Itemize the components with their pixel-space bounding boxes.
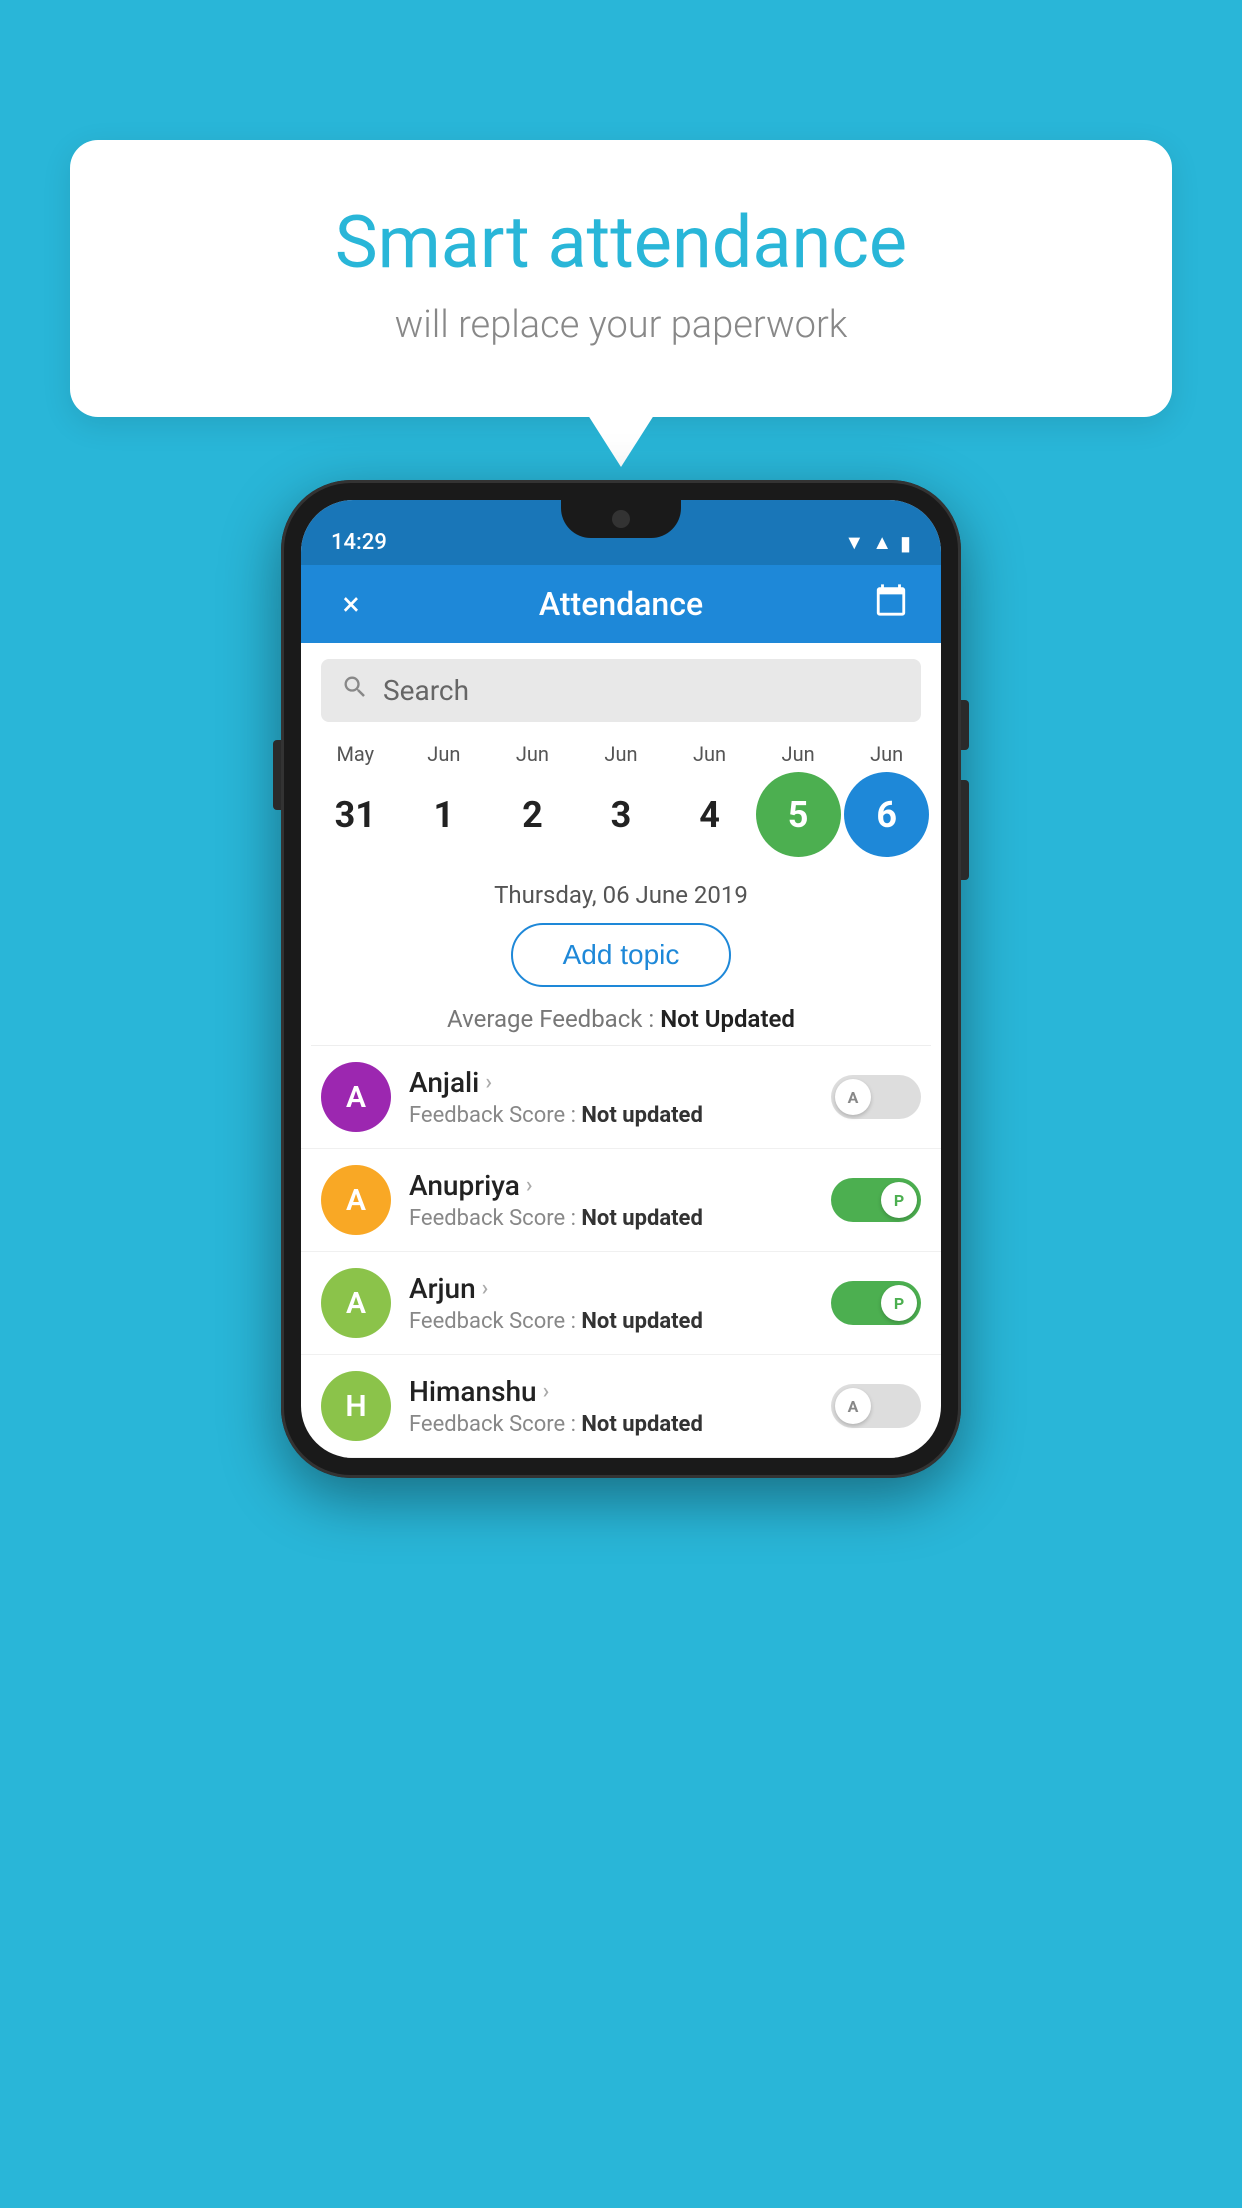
month-jun-3: Jun bbox=[578, 742, 663, 766]
month-jun-6: Jun bbox=[844, 742, 929, 766]
bubble-title: Smart attendance bbox=[150, 200, 1092, 285]
power-button-bottom bbox=[961, 780, 969, 880]
students-list: A Anjali › Feedback Score : Not updated … bbox=[301, 1046, 941, 1458]
student-name[interactable]: Anupriya › bbox=[409, 1169, 813, 1202]
student-info: Anupriya › Feedback Score : Not updated bbox=[409, 1169, 813, 1231]
feedback-score: Feedback Score : Not updated bbox=[409, 1206, 813, 1231]
phone-notch bbox=[561, 500, 681, 538]
avg-feedback: Average Feedback : Not Updated bbox=[301, 1005, 941, 1033]
battery-icon: ▮ bbox=[900, 531, 911, 555]
student-name[interactable]: Anjali › bbox=[409, 1066, 813, 1099]
search-bar[interactable]: Search bbox=[321, 659, 921, 722]
chevron-right-icon: › bbox=[485, 1070, 492, 1095]
attendance-toggle[interactable]: A bbox=[831, 1075, 921, 1119]
date-2[interactable]: 2 bbox=[490, 772, 575, 857]
month-jun-5: Jun bbox=[756, 742, 841, 766]
phone-container: 14:29 ▼ ▲ ▮ × Attendance bbox=[281, 480, 961, 1478]
volume-button bbox=[273, 740, 281, 810]
avatar: A bbox=[321, 1062, 391, 1132]
student-name[interactable]: Arjun › bbox=[409, 1272, 813, 1305]
student-info: Arjun › Feedback Score : Not updated bbox=[409, 1272, 813, 1334]
month-jun-1: Jun bbox=[401, 742, 486, 766]
toggle-knob: A bbox=[835, 1079, 871, 1115]
search-input[interactable]: Search bbox=[383, 674, 469, 707]
date-1[interactable]: 1 bbox=[401, 772, 486, 857]
avatar: A bbox=[321, 1268, 391, 1338]
selected-date: Thursday, 06 June 2019 bbox=[301, 881, 941, 909]
date-row: 31 1 2 3 4 5 6 bbox=[311, 772, 931, 857]
chevron-right-icon: › bbox=[526, 1173, 533, 1198]
student-name[interactable]: Himanshu › bbox=[409, 1375, 813, 1408]
add-topic-button[interactable]: Add topic bbox=[511, 923, 732, 987]
feedback-score: Feedback Score : Not updated bbox=[409, 1412, 813, 1437]
student-info: Himanshu › Feedback Score : Not updated bbox=[409, 1375, 813, 1437]
month-may: May bbox=[313, 742, 398, 766]
chevron-right-icon: › bbox=[482, 1276, 489, 1301]
toggle-knob: A bbox=[835, 1388, 871, 1424]
student-info: Anjali › Feedback Score : Not updated bbox=[409, 1066, 813, 1128]
attendance-toggle[interactable]: A bbox=[831, 1384, 921, 1428]
bubble-subtitle: will replace your paperwork bbox=[150, 303, 1092, 347]
month-row: May Jun Jun Jun Jun Jun Jun bbox=[311, 742, 931, 766]
date-3[interactable]: 3 bbox=[578, 772, 663, 857]
status-time: 14:29 bbox=[331, 530, 387, 555]
calendar-icon[interactable] bbox=[869, 583, 913, 625]
toggle-knob: P bbox=[881, 1182, 917, 1218]
speech-bubble: Smart attendance will replace your paper… bbox=[70, 140, 1172, 417]
toggle-knob: P bbox=[881, 1285, 917, 1321]
month-jun-2: Jun bbox=[490, 742, 575, 766]
speech-bubble-container: Smart attendance will replace your paper… bbox=[70, 140, 1172, 417]
power-button-top bbox=[961, 700, 969, 750]
camera-dot bbox=[612, 510, 630, 528]
date-5-selected[interactable]: 5 bbox=[756, 772, 841, 857]
date-31[interactable]: 31 bbox=[313, 772, 398, 857]
date-6-selected[interactable]: 6 bbox=[844, 772, 929, 857]
date-4[interactable]: 4 bbox=[667, 772, 752, 857]
close-icon[interactable]: × bbox=[329, 585, 373, 623]
attendance-toggle[interactable]: P bbox=[831, 1281, 921, 1325]
phone-screen: 14:29 ▼ ▲ ▮ × Attendance bbox=[301, 500, 941, 1458]
avatar: H bbox=[321, 1371, 391, 1441]
wifi-icon: ▼ bbox=[844, 530, 864, 555]
calendar: May Jun Jun Jun Jun Jun Jun 31 1 2 3 4 5… bbox=[301, 722, 941, 867]
feedback-score: Feedback Score : Not updated bbox=[409, 1103, 813, 1128]
feedback-score: Feedback Score : Not updated bbox=[409, 1309, 813, 1334]
attendance-toggle[interactable]: P bbox=[831, 1178, 921, 1222]
app-bar: × Attendance bbox=[301, 565, 941, 643]
search-icon bbox=[341, 673, 369, 708]
app-bar-title: Attendance bbox=[373, 585, 869, 623]
student-row: A Anjali › Feedback Score : Not updated … bbox=[301, 1046, 941, 1149]
student-row: A Anupriya › Feedback Score : Not update… bbox=[301, 1149, 941, 1252]
month-jun-4: Jun bbox=[667, 742, 752, 766]
signal-icon: ▲ bbox=[872, 530, 892, 555]
avatar: A bbox=[321, 1165, 391, 1235]
student-row: A Arjun › Feedback Score : Not updated P bbox=[301, 1252, 941, 1355]
chevron-right-icon: › bbox=[543, 1379, 550, 1404]
student-row: H Himanshu › Feedback Score : Not update… bbox=[301, 1355, 941, 1458]
phone-outer: 14:29 ▼ ▲ ▮ × Attendance bbox=[281, 480, 961, 1478]
status-icons: ▼ ▲ ▮ bbox=[844, 530, 911, 555]
